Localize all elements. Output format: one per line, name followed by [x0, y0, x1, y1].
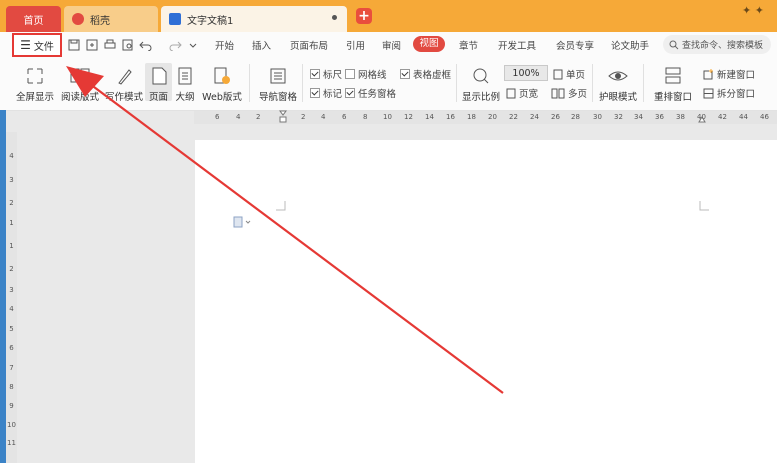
annotation-arrow — [66, 66, 504, 394]
